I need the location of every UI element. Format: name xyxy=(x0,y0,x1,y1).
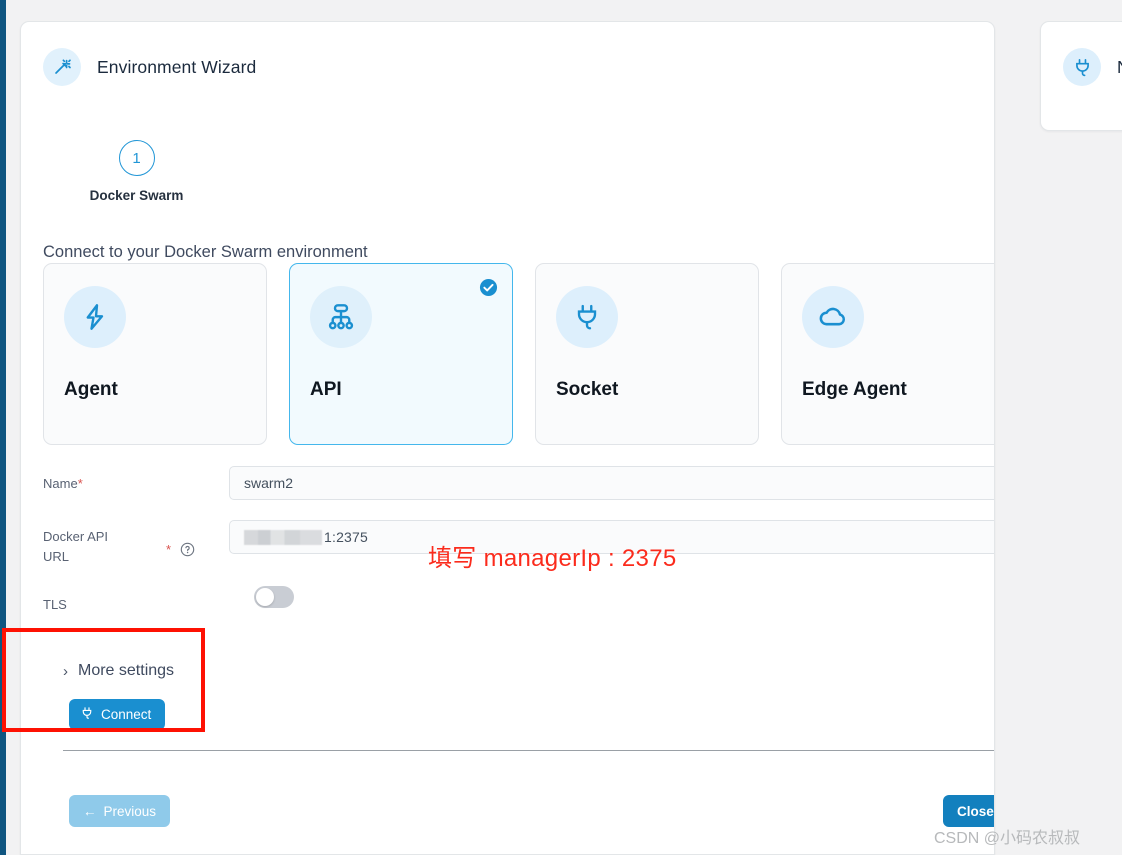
connect-button[interactable]: Connect xyxy=(69,699,166,730)
previous-button-label: Previous xyxy=(103,803,157,819)
plug-icon xyxy=(1063,48,1101,86)
option-card-edge-agent[interactable]: Edge Agent xyxy=(781,263,994,445)
option-label: Socket xyxy=(556,379,619,400)
toggle-knob xyxy=(256,588,274,606)
plug-icon xyxy=(556,286,618,348)
docker-api-url-label: Docker API URL xyxy=(43,529,109,565)
side-panel-card[interactable]: N xyxy=(1040,21,1122,131)
tls-label: TLS xyxy=(43,597,67,612)
required-asterisk: * xyxy=(166,542,172,557)
option-label: Agent xyxy=(64,379,118,400)
connection-type-options: Agent API Socket Edge Agent xyxy=(43,263,994,445)
step-number-badge: 1 xyxy=(118,140,155,176)
section-heading: Connect to your Docker Swarm environment xyxy=(43,243,368,261)
docker-api-url-value: 1:2375 xyxy=(324,529,369,545)
watermark: CSDN @小码农叔叔 xyxy=(934,830,1081,847)
form-row-tls: TLS xyxy=(43,583,994,623)
check-circle-icon xyxy=(479,278,498,297)
previous-button[interactable]: ← Previous xyxy=(69,795,171,827)
option-card-socket[interactable]: Socket xyxy=(535,263,759,445)
step-label: Docker Swarm xyxy=(89,188,184,203)
redacted-host-blur xyxy=(244,529,322,545)
plug-icon xyxy=(80,706,94,723)
arrow-left-icon: ← xyxy=(83,803,97,819)
required-asterisk: * xyxy=(77,476,83,491)
sitemap-icon xyxy=(310,286,372,348)
bolt-icon xyxy=(64,286,126,348)
screen: Environment Wizard 1 Docker Swarm Connec… xyxy=(0,0,1122,855)
name-input[interactable] xyxy=(229,466,994,500)
chevron-right-icon: › xyxy=(63,662,68,680)
option-label: Edge Agent xyxy=(802,379,907,400)
close-button-label: Close xyxy=(957,803,994,819)
cloud-icon xyxy=(802,286,864,348)
side-card-header: N xyxy=(1063,48,1122,86)
option-card-api[interactable]: API xyxy=(289,263,513,445)
more-settings-label: More settings xyxy=(78,662,175,679)
option-card-agent[interactable]: Agent xyxy=(43,263,267,445)
question-circle-icon[interactable] xyxy=(180,542,195,557)
more-settings-toggle[interactable]: › More settings xyxy=(63,662,174,680)
connect-button-label: Connect xyxy=(101,707,152,722)
footer-divider xyxy=(63,750,994,751)
wizard-stepper: 1 Docker Swarm xyxy=(79,140,194,203)
environment-wizard-card: Environment Wizard 1 Docker Swarm Connec… xyxy=(20,21,995,855)
tls-toggle[interactable] xyxy=(254,586,294,608)
wizard-header: Environment Wizard xyxy=(43,48,256,86)
annotation-note-text: 填写 managerIp : 2375 xyxy=(428,545,677,572)
option-label: API xyxy=(310,379,342,400)
magic-wand-icon xyxy=(43,48,81,86)
form-row-name: Name* xyxy=(43,466,994,520)
name-label: Name* xyxy=(43,476,83,491)
close-button[interactable]: Close → xyxy=(943,795,994,827)
app-sidebar-rail xyxy=(0,0,6,855)
wizard-title: Environment Wizard xyxy=(97,56,257,77)
side-card-title: N xyxy=(1117,57,1122,78)
